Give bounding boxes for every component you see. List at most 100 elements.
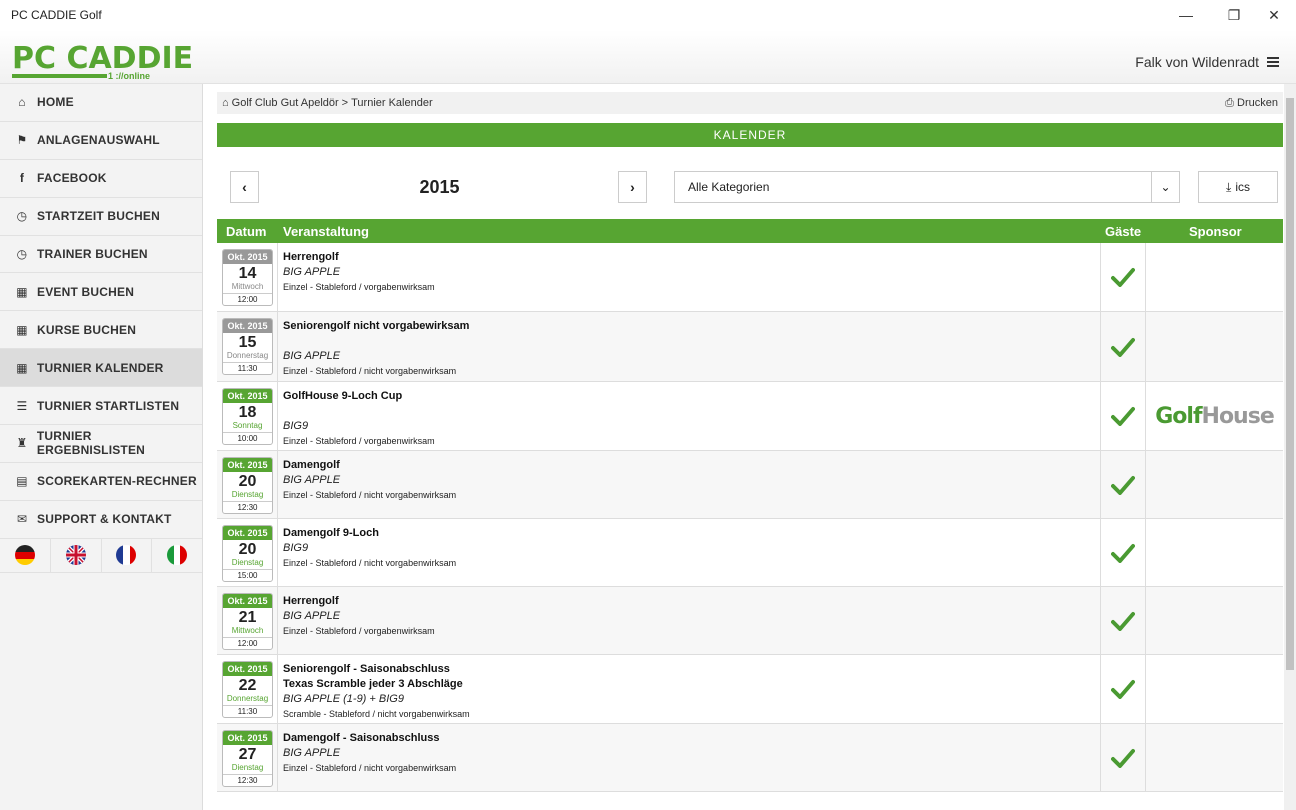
table-row[interactable]: Okt. 2015 15 Donnerstag 11:30 Seniorengolf n… [217,312,1283,382]
date-month: Okt. 2015 [223,594,272,608]
sponsor-logo[interactable]: GolfHouse [1155,404,1275,429]
ics-download-button[interactable]: ⤓ ics [1198,171,1278,203]
event-title[interactable]: Damengolf - Saisonabschluss [283,731,1100,746]
date-cell: Okt. 2015 27 Dienstag 12:30 [217,724,278,791]
event-cell[interactable]: Seniorengolf - Saisonabschluss Texas Scra… [278,655,1101,723]
category-select[interactable]: Alle Kategorien ⌄ [674,171,1180,203]
hamburger-menu-icon[interactable] [1267,57,1279,67]
sidebar-item-label: ANLAGENAUSWAHL [37,133,160,148]
current-year: 2015 [419,177,460,197]
event-cell[interactable]: Herrengolf BIG APPLE Einzel - Stableford /… [278,243,1101,311]
event-title[interactable]: Herrengolf [283,594,1100,609]
date-cell: Okt. 2015 20 Dienstag 15:00 [217,519,278,586]
flag-french[interactable] [102,538,153,572]
next-year-button[interactable]: › [618,171,647,203]
sidebar-item-turnier-kalender[interactable]: ▦ TURNIER KALENDER [0,349,202,388]
sidebar-item-kurse-buchen[interactable]: ▦ KURSE BUCHEN [0,311,202,350]
table-body: Okt. 2015 14 Mittwoch 12:00 Herrengolf BIG AP… [217,243,1283,792]
home-icon[interactable]: ⌂ [222,97,229,109]
flag-italian[interactable] [152,539,202,572]
table-row[interactable]: Okt. 2015 21 Mittwoch 12:00 Herrengolf BIG AP… [217,587,1283,655]
event-cell[interactable]: Damengolf 9-Loch BIG9 Einzel - Stableford … [278,519,1101,586]
sidebar-item-support-kontakt[interactable]: ✉ SUPPORT & KONTAKT [0,501,202,539]
sidebar-item-home[interactable]: ⌂ HOME [0,84,202,122]
event-title[interactable]: Damengolf [283,458,1100,473]
table-row[interactable]: Okt. 2015 18 Sonntag 10:00 GolfHouse 9-Loch … [217,382,1283,451]
guests-cell [1101,724,1146,791]
date-weekday: Dienstag [231,558,264,567]
flag-icon: ⚑ [16,133,28,148]
event-subtitle: Texas Scramble jeder 3 Abschläge [283,678,463,690]
sidebar-item-label: STARTZEIT BUCHEN [37,209,160,224]
event-title[interactable]: GolfHouse 9-Loch Cup [283,389,1100,404]
event-title[interactable]: Seniorengolf - Saisonabschluss [283,662,1100,677]
event-title[interactable]: Seniorengolf nicht vorgabewirksam [283,319,1100,334]
column-header-date: Datum [226,224,267,239]
event-title[interactable]: Herrengolf [283,250,1100,265]
table-row[interactable]: Okt. 2015 14 Mittwoch 12:00 Herrengolf BIG AP… [217,243,1283,312]
sidebar-item-event-buchen[interactable]: ▦ EVENT BUCHEN [0,273,202,312]
sponsor-cell [1146,587,1283,654]
ics-label: ics [1235,180,1250,194]
guests-cell [1101,312,1146,381]
guests-cell [1101,587,1146,654]
date-cell: Okt. 2015 20 Dienstag 12:30 [217,451,278,518]
event-cell[interactable]: Herrengolf BIG APPLE Einzel - Stableford /… [278,587,1101,654]
table-row[interactable]: Okt. 2015 27 Dienstag 12:30 Damengolf - Sais… [217,724,1283,792]
event-cell[interactable]: Damengolf - Saisonabschluss BIG APPLE Einz… [278,724,1101,791]
date-day: 20 [238,473,257,490]
event-cell[interactable]: Damengolf BIG APPLE Einzel - Stableford / … [278,451,1101,518]
date-weekday: Donnerstag [226,351,269,360]
date-weekday: Donnerstag [226,694,269,703]
minimize-button[interactable]: — [1163,0,1209,30]
date-time: 11:30 [223,362,272,374]
scrollbar[interactable] [1284,84,1296,810]
prev-year-button[interactable]: ‹ [230,171,259,203]
calendar-date-badge: Okt. 2015 14 Mittwoch 12:00 [222,249,273,306]
logo-text: PC CADDIE [12,41,194,76]
event-cell[interactable]: GolfHouse 9-Loch Cup BIG9 Einzel - Stablef… [278,382,1101,450]
sidebar-item-startzeit-buchen[interactable]: ◷ STARTZEIT BUCHEN [0,198,202,236]
print-icon: ⎙ [1225,97,1234,109]
column-header-sponsor: Sponsor [1189,224,1242,239]
pc-caddie-logo[interactable]: PC CADDIE 1 ://online [12,41,194,81]
print-button[interactable]: ⎙ Drucken [1225,97,1278,110]
event-mode: Einzel - Stableford / nicht vorgabenwirk… [283,366,457,376]
table-row[interactable]: Okt. 2015 20 Dienstag 15:00 Damengolf 9-Loch… [217,519,1283,587]
sidebar-item-label: TURNIER KALENDER [37,360,164,375]
event-course: BIG APPLE [283,610,341,622]
date-time: 10:00 [223,432,272,444]
sidebar-item-label: TRAINER BUCHEN [37,247,148,261]
date-day: 22 [238,677,257,694]
chevron-down-icon[interactable]: ⌄ [1151,172,1179,202]
flag-english[interactable] [51,538,102,572]
event-cell[interactable]: Seniorengolf nicht vorgabewirksam BIG APP… [278,312,1101,381]
sidebar-item-scorekarten-rechner[interactable]: ▤ SCOREKARTEN-RECHNER [0,463,202,501]
scrollbar-thumb[interactable] [1286,98,1294,670]
sponsor-cell [1146,724,1283,791]
sidebar-item-turnier-startlisten[interactable]: ☰ TURNIER STARTLISTEN [0,387,202,426]
sponsor-cell [1146,655,1283,723]
flag-german[interactable] [0,538,51,572]
calendar-icon: ▦ [16,360,28,375]
event-title[interactable]: Damengolf 9-Loch [283,526,1100,541]
check-icon [1111,611,1135,631]
clock-icon: ◷ [16,247,28,261]
date-month: Okt. 2015 [223,389,272,403]
calendar-date-badge: Okt. 2015 20 Dienstag 15:00 [222,525,273,582]
sidebar-item-turnier-ergebnislisten[interactable]: ♜ TURNIER ERGEBNISLISTEN [0,425,202,463]
sidebar-item-anlagenauswahl[interactable]: ⚑ ANLAGENAUSWAHL [0,122,202,160]
table-row[interactable]: Okt. 2015 22 Donnerstag 11:30 Seniorengolf -… [217,655,1283,724]
user-menu[interactable]: Falk von Wildenradt [1135,54,1279,70]
sidebar-item-trainer-buchen[interactable]: ◷ TRAINER BUCHEN [0,236,202,274]
date-month: Okt. 2015 [223,319,272,333]
chevron-right-icon: › [630,179,635,195]
event-mode: Einzel - Stableford / vorgabenwirksam [283,626,435,636]
sidebar-item-facebook[interactable]: f FACEBOOK [0,160,202,198]
table-row[interactable]: Okt. 2015 20 Dienstag 12:30 Damengolf BIG APP… [217,451,1283,519]
close-button[interactable]: ✕ [1251,0,1296,30]
sidebar-item-label: FACEBOOK [37,171,107,186]
category-selected: Alle Kategorien [688,180,770,194]
date-month: Okt. 2015 [223,731,272,745]
breadcrumb-club[interactable]: Golf Club Gut Apeldör [232,97,339,109]
